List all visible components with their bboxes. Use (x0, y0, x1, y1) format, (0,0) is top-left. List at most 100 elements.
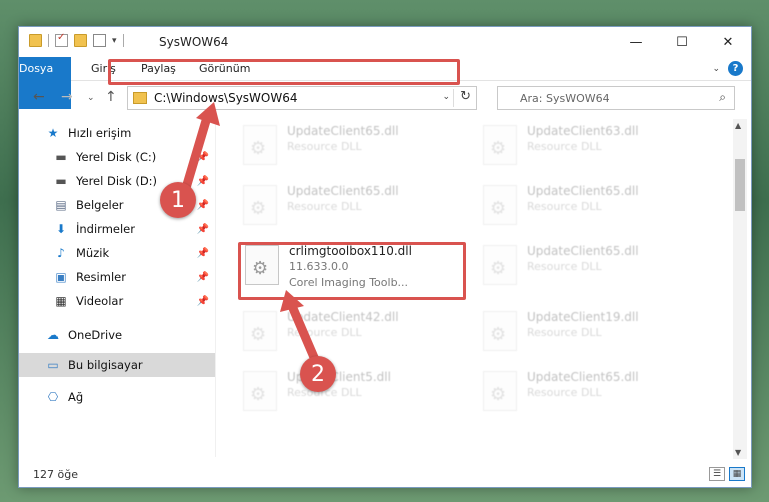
item-count: 127 öğe (33, 468, 78, 481)
sidebar-item-downloads[interactable]: ⬇ İndirmeler 📌 (19, 217, 215, 241)
cloud-icon: ☁ (47, 328, 59, 342)
pane-divider (215, 117, 216, 457)
gear-icon: ⚙ (250, 324, 267, 345)
file-item[interactable]: ⚙ UpdateClient5.dll Resource DLL (239, 365, 469, 417)
properties-icon[interactable] (55, 32, 68, 47)
vertical-scrollbar[interactable]: ▲ ▼ (733, 119, 747, 459)
back-arrow-icon[interactable]: ← (33, 89, 45, 105)
minimize-button[interactable]: — (613, 27, 659, 57)
sidebar-item-music[interactable]: ♪ Müzik 📌 (19, 241, 215, 265)
gear-icon: ⚙ (490, 198, 507, 219)
file-item[interactable]: ⚙ UpdateClient65.dll Resource DLL (239, 179, 469, 231)
dll-file-icon: ⚙ (243, 185, 277, 225)
chevron-down-icon[interactable]: ⌄ (442, 92, 450, 102)
file-description: Resource DLL (287, 386, 362, 399)
gear-icon: ⚙ (490, 258, 507, 279)
pin-icon: 📌 (196, 247, 209, 259)
pin-icon: 📌 (196, 199, 209, 211)
network-icon: ⎔ (47, 390, 59, 404)
sidebar-item-quick-access[interactable]: ★ Hızlı erişim (19, 121, 215, 145)
file-item[interactable]: ⚙ UpdateClient65.dll Resource DLL (479, 179, 709, 231)
window-title: SysWOW64 (159, 35, 229, 49)
sidebar-item-label: Yerel Disk (D:) (76, 174, 158, 188)
sidebar-item-videos[interactable]: ▦ Videolar 📌 (19, 289, 215, 313)
sidebar-item-network[interactable]: ⎔ Ağ (19, 385, 215, 409)
dll-file-icon: ⚙ (243, 311, 277, 351)
sidebar-item-pictures[interactable]: ▣ Resimler 📌 (19, 265, 215, 289)
file-description: Resource DLL (527, 200, 602, 213)
window-controls: — ☐ ✕ (613, 27, 751, 57)
star-icon: ★ (47, 126, 59, 140)
sidebar-item-label: Belgeler (76, 198, 124, 212)
file-name: UpdateClient65.dll (287, 124, 399, 138)
callout-2: 2 (300, 356, 336, 392)
dll-file-icon: ⚙ (483, 245, 517, 285)
file-description: Resource DLL (527, 386, 602, 399)
pin-icon: 📌 (196, 151, 209, 163)
scrollbar-thumb[interactable] (735, 159, 745, 211)
sidebar-item-label: Videolar (76, 294, 124, 308)
details-view-icon[interactable]: ☰ (709, 467, 725, 481)
expand-ribbon-icon[interactable]: ⌄ (712, 64, 720, 74)
help-icon[interactable]: ? (728, 61, 743, 76)
new-folder-icon[interactable] (74, 34, 87, 47)
address-highlight (108, 59, 460, 85)
title-bar: ▾ SysWOW64 — ☐ ✕ (19, 27, 751, 57)
customize-icon[interactable] (93, 34, 106, 47)
drive-icon: ▬ (55, 174, 67, 188)
close-button[interactable]: ✕ (705, 27, 751, 57)
file-name: UpdateClient65.dll (527, 370, 639, 384)
file-item[interactable]: ⚙ UpdateClient65.dll Resource DLL (479, 239, 709, 291)
sidebar-item-label: Bu bilgisayar (68, 358, 143, 372)
file-name: UpdateClient65.dll (527, 184, 639, 198)
pin-icon: 📌 (196, 271, 209, 283)
music-icon: ♪ (57, 246, 65, 260)
scroll-up-icon[interactable]: ▲ (735, 121, 741, 130)
file-item[interactable]: ⚙ UpdateClient63.dll Resource DLL (479, 119, 709, 171)
refresh-icon[interactable]: ↻ (460, 89, 471, 104)
folder-icon[interactable] (29, 34, 42, 47)
dll-file-icon: ⚙ (483, 311, 517, 351)
file-item[interactable]: ⚙ UpdateClient42.dll Resource DLL (239, 305, 469, 357)
search-box[interactable]: Ara: SysWOW64 ⌕ (497, 86, 735, 110)
pictures-icon: ▣ (55, 270, 67, 284)
file-item[interactable]: ⚙ UpdateClient19.dll Resource DLL (479, 305, 709, 357)
file-highlight (238, 242, 466, 300)
sidebar-item-onedrive[interactable]: ☁ OneDrive (19, 323, 215, 347)
address-bar[interactable]: C:\Windows\SysWOW64 ⌄ ↻ (127, 86, 477, 110)
status-bar: 127 öğe ☰ ▦ (19, 465, 751, 487)
pin-icon: 📌 (196, 295, 209, 307)
file-item[interactable]: ⚙ UpdateClient65.dll Resource DLL (239, 119, 469, 171)
file-description: Resource DLL (527, 326, 602, 339)
gear-icon: ⚙ (490, 138, 507, 159)
address-path[interactable]: C:\Windows\SysWOW64 (154, 91, 298, 105)
tiles-view-icon[interactable]: ▦ (729, 467, 745, 481)
sidebar-item-label: Yerel Disk (C:) (76, 150, 157, 164)
maximize-button[interactable]: ☐ (659, 27, 705, 57)
recent-locations-icon[interactable]: ⌄ (87, 93, 95, 103)
drive-icon: ▬ (55, 150, 67, 164)
file-name: UpdateClient65.dll (287, 184, 399, 198)
gear-icon: ⚙ (250, 384, 267, 405)
sidebar-item-disk-c[interactable]: ▬ Yerel Disk (C:) 📌 (19, 145, 215, 169)
file-description: Resource DLL (527, 260, 602, 273)
download-icon: ⬇ (55, 222, 67, 236)
sidebar-item-label: Hızlı erişim (68, 126, 132, 140)
sidebar-item-this-pc[interactable]: ▭ Bu bilgisayar (19, 353, 215, 377)
search-placeholder[interactable]: Ara: SysWOW64 (520, 92, 610, 105)
dll-file-icon: ⚙ (483, 125, 517, 165)
up-arrow-icon[interactable]: ↑ (105, 89, 117, 105)
file-name: UpdateClient65.dll (527, 244, 639, 258)
chevron-down-icon[interactable]: ▾ (112, 36, 117, 46)
scroll-down-icon[interactable]: ▼ (735, 448, 741, 457)
file-description: Resource DLL (287, 140, 362, 153)
address-separator (453, 89, 454, 107)
video-icon: ▦ (55, 294, 67, 308)
computer-icon: ▭ (47, 358, 59, 372)
toolbar-separator (48, 34, 49, 47)
sidebar-item-label: Müzik (76, 246, 110, 260)
forward-arrow-icon[interactable]: → (61, 89, 73, 105)
search-icon[interactable]: ⌕ (719, 90, 726, 105)
file-item[interactable]: ⚙ UpdateClient65.dll Resource DLL (479, 365, 709, 417)
file-description: Resource DLL (527, 140, 602, 153)
